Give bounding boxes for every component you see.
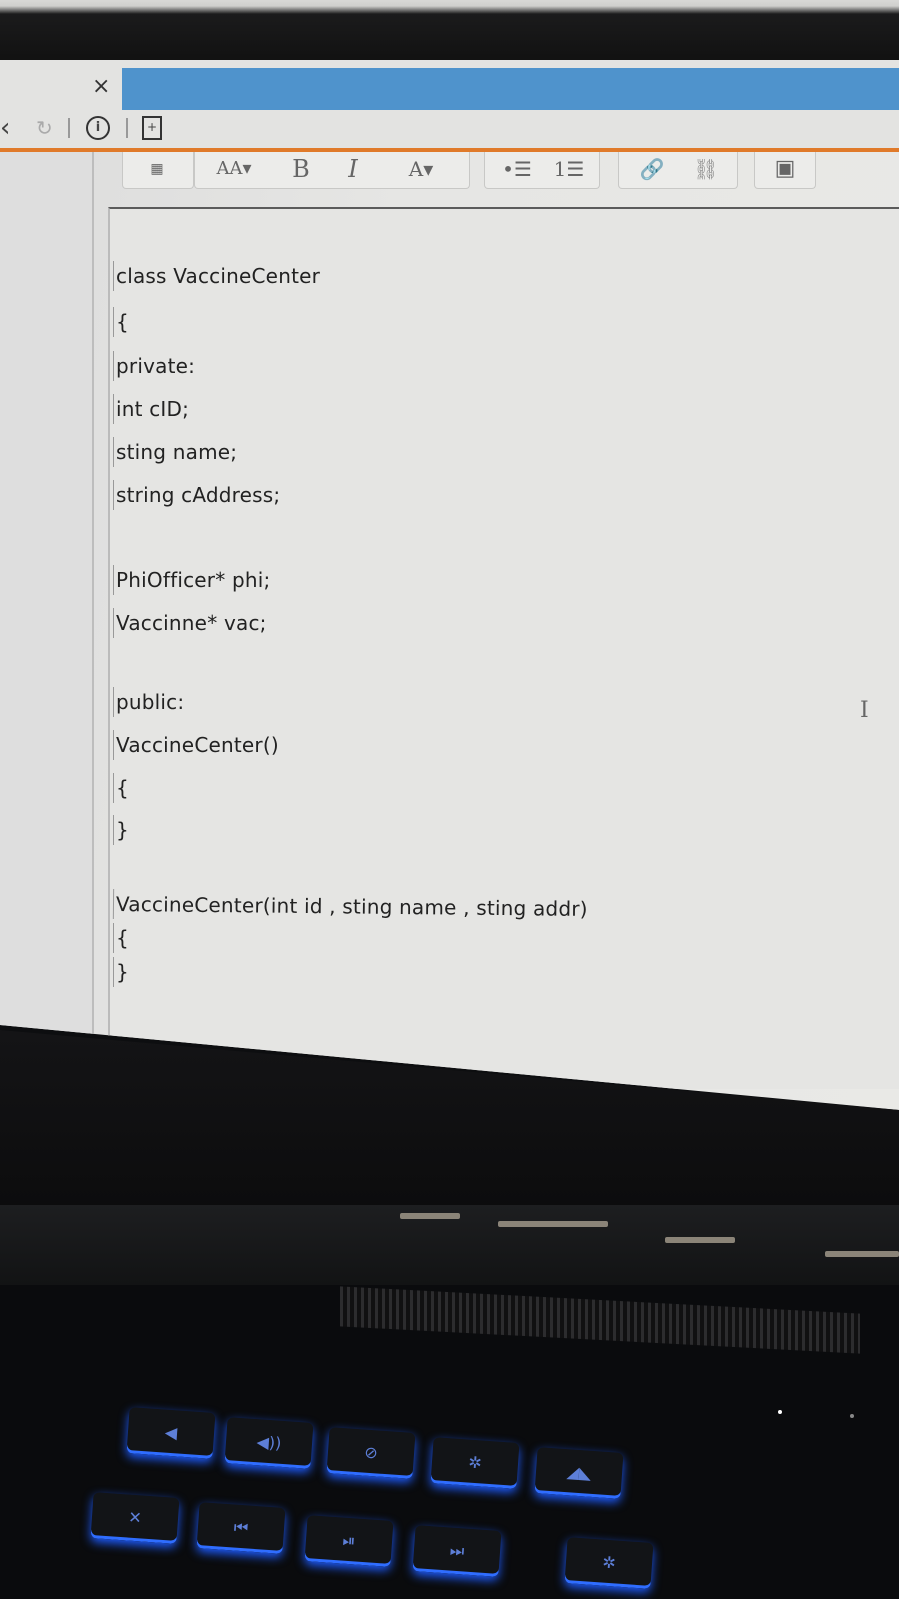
fn-mute-key[interactable]: ✕ bbox=[90, 1492, 180, 1544]
font-size-button[interactable]: AA▾ bbox=[205, 154, 263, 184]
link-icon[interactable]: 🔗 bbox=[627, 154, 677, 184]
fan-key[interactable]: ✲ bbox=[430, 1437, 520, 1489]
code-line: Vaccinne* vac; bbox=[113, 608, 267, 638]
unlink-icon[interactable]: ⛓ bbox=[681, 154, 731, 184]
calendar-icon[interactable]: ▦ bbox=[137, 154, 177, 184]
code-line: { bbox=[113, 923, 129, 953]
toolbar-group-format: AA▾ B I A▾ bbox=[194, 152, 470, 189]
code-line: VaccineCenter(int id , sting name , stin… bbox=[115, 892, 588, 921]
back-icon[interactable]: ‹ bbox=[0, 115, 10, 141]
bullet-list-button[interactable]: •☰ bbox=[493, 154, 541, 184]
tab-strip bbox=[122, 68, 899, 110]
close-icon[interactable]: × bbox=[92, 74, 110, 99]
code-line: class VaccineCenter bbox=[112, 261, 321, 291]
hinge-light bbox=[400, 1213, 460, 1219]
navigation-row: ‹ ↻ i + bbox=[0, 110, 899, 146]
nav-separator bbox=[68, 118, 70, 138]
code-line: } bbox=[113, 957, 129, 987]
code-line: string cAddress; bbox=[112, 480, 281, 510]
text-cursor-icon: I bbox=[860, 698, 869, 723]
browser-bar: × ‹ ↻ i + bbox=[0, 60, 899, 152]
italic-button[interactable]: I bbox=[335, 154, 371, 184]
code-line: public: bbox=[112, 687, 185, 717]
toolbar-group-lists: •☰ 1☰ bbox=[484, 152, 600, 189]
indicator-light bbox=[778, 1410, 782, 1414]
numbered-list-button[interactable]: 1☰ bbox=[545, 154, 593, 184]
code-line: VaccineCenter() bbox=[113, 730, 279, 760]
image-icon[interactable]: ▣ bbox=[765, 154, 805, 184]
code-line: } bbox=[113, 815, 129, 845]
code-line: PhiOfficer* phi; bbox=[112, 565, 271, 595]
previous-track-key[interactable]: ⏮ bbox=[196, 1502, 286, 1554]
info-icon[interactable]: i bbox=[86, 116, 110, 140]
volume-down-key[interactable]: ◀ bbox=[126, 1407, 216, 1459]
page-add-icon[interactable]: + bbox=[142, 116, 162, 140]
editor-area[interactable] bbox=[108, 207, 899, 1089]
code-line: { bbox=[113, 773, 129, 803]
play-pause-key[interactable]: ⏯ bbox=[304, 1515, 394, 1567]
bold-button[interactable]: B bbox=[283, 154, 319, 184]
monitor-top-bezel bbox=[0, 0, 899, 62]
toolbar-group-links: 🔗 ⛓ bbox=[618, 152, 738, 189]
fn-key[interactable]: ✲ bbox=[564, 1537, 654, 1589]
mic-mute-key[interactable]: ⊘ bbox=[326, 1427, 416, 1479]
font-color-button[interactable]: A▾ bbox=[391, 154, 451, 184]
left-divider bbox=[92, 152, 94, 1052]
toolbar-group-insert: ▦ bbox=[122, 152, 194, 189]
nav-separator bbox=[126, 118, 128, 138]
reload-icon[interactable]: ↻ bbox=[36, 116, 53, 140]
toolbar-group-media: ▣ bbox=[754, 152, 816, 189]
screen: × ‹ ↻ i + ▦ AA▾ B I A▾ •☰ 1☰ 🔗 ⛓ ▣ class… bbox=[0, 60, 899, 1110]
code-line: { bbox=[113, 307, 129, 337]
volume-up-key[interactable]: ◀)) bbox=[224, 1417, 314, 1469]
left-panel bbox=[0, 152, 92, 1052]
hinge-light bbox=[825, 1251, 899, 1257]
hinge-light bbox=[498, 1221, 608, 1227]
laptop-hinge bbox=[0, 1205, 899, 1285]
code-line: sting name; bbox=[112, 437, 238, 467]
hinge-light bbox=[665, 1237, 735, 1243]
code-line: private: bbox=[112, 351, 196, 381]
indicator-light bbox=[850, 1414, 854, 1418]
keyboard-vent bbox=[340, 1286, 860, 1354]
code-line: int cID; bbox=[112, 394, 190, 424]
rog-key[interactable]: ◢◣ bbox=[534, 1447, 624, 1499]
next-track-key[interactable]: ⏭ bbox=[412, 1525, 502, 1577]
